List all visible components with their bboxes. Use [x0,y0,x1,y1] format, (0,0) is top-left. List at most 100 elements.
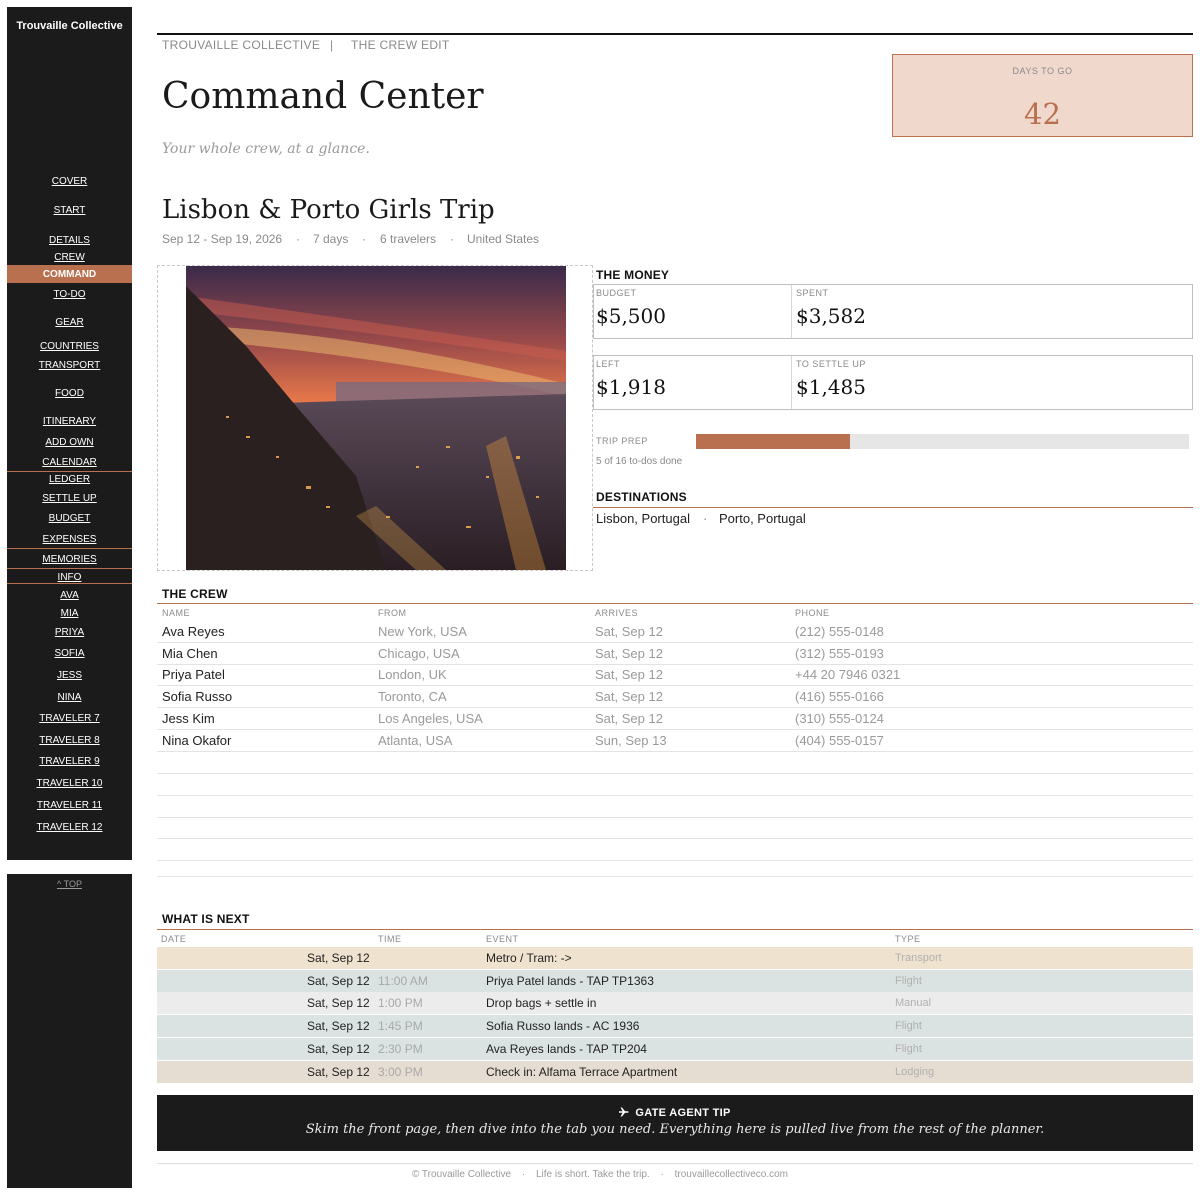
trip-dates: Sep 12 - Sep 19, 2026 [162,232,283,246]
crew-name: Mia Chen [162,645,218,661]
sidebar-item-traveler-11[interactable]: TRAVELER 11 [7,798,132,814]
sidebar-item-traveler-9[interactable]: TRAVELER 9 [7,754,132,770]
page-tagline: Your whole crew, at a glance. [162,141,370,157]
footer-site-link[interactable]: trouvaillecollectiveco.com [675,1169,788,1180]
nav-separator [7,583,132,584]
breadcrumb-brand[interactable]: TROUVAILLE COLLECTIVE [162,38,320,52]
money-row-2: LEFT $1,918 TO SETTLE UP $1,485 [593,355,1193,410]
crew-from: New York, USA [378,624,467,639]
sidebar-item-details[interactable]: DETAILS [7,233,132,249]
crew-arrives: Sat, Sep 12 [595,710,663,726]
sidebar-item-to-do[interactable]: TO-DO [7,287,132,303]
sidebar-item-settle-up[interactable]: SETTLE UP [7,491,132,507]
trip-prep-count: 5 of 16 to-dos done [596,456,683,467]
crew-from: Atlanta, USA [378,732,453,748]
sidebar-item-traveler-8[interactable]: TRAVELER 8 [7,733,132,749]
sidebar-item-traveler-7[interactable]: TRAVELER 7 [7,711,132,727]
empty-table-row [157,817,1193,818]
crew-phone: (310) 555-0124 [795,710,884,726]
trip-prep-progress-fill [696,434,851,449]
sidebar-item-gear[interactable]: GEAR [7,315,132,331]
sidebar-item-expenses[interactable]: EXPENSES [7,532,132,548]
crew-from: Los Angeles, USA [378,710,483,726]
table-row: Jess Kim Los Angeles, USA Sat, Sep 12 (310)… [157,708,1193,730]
destinations-rule [593,507,1193,508]
trip-photo-frame [157,265,593,571]
empty-table-row [157,838,1193,839]
sidebar-item-priya[interactable]: PRIYA [7,625,132,641]
event-name: Ava Reyes lands - TAP TP204 [486,1041,647,1056]
crew-arrives: Sat, Sep 12 [595,624,663,639]
next-col-type: TYPE [895,934,921,944]
sidebar-item-start[interactable]: START [7,203,132,219]
crew-name: Ava Reyes [162,624,225,639]
spent-cell: SPENT $3,582 [794,285,1192,338]
meta-dot: · [296,232,300,246]
crew-phone: +44 20 7946 0321 [795,667,901,683]
event-date: Sat, Sep 12 [307,1064,370,1079]
back-to-top-link[interactable]: ^ TOP [7,879,132,889]
sidebar-item-food[interactable]: FOOD [7,386,132,402]
cell-divider [791,356,792,409]
empty-table-row [157,773,1193,774]
sidebar-item-nina[interactable]: NINA [7,690,132,706]
sidebar-item-countries[interactable]: COUNTRIES [7,339,132,355]
sidebar-item-mia[interactable]: MIA [7,606,132,622]
event-time: 1:45 PM [378,1019,423,1034]
event-date: Sat, Sep 12 [307,996,370,1011]
crew-from: London, UK [378,667,447,683]
footer-dot: · [660,1169,664,1180]
event-name: Priya Patel lands - TAP TP1363 [486,973,654,988]
event-date: Sat, Sep 12 [307,951,370,965]
sidebar-item-ava[interactable]: AVA [7,588,132,604]
crew-name: Jess Kim [162,710,215,726]
destination-item: Lisbon, Portugal [596,511,690,526]
sidebar-item-traveler-10[interactable]: TRAVELER 10 [7,776,132,792]
breadcrumb-section[interactable]: THE CREW EDIT [351,38,450,52]
airplane-icon [619,1107,629,1119]
trip-country: United States [467,232,540,246]
trip-name: Lisbon & Porto Girls Trip [162,195,495,225]
cell-divider [791,285,792,338]
sidebar-item-sofia[interactable]: SOFIA [7,646,132,662]
crew-col-arrives: ARRIVES [595,608,639,618]
sidebar-item-traveler-12[interactable]: TRAVELER 12 [7,820,132,836]
event-type: Flight [895,1020,922,1033]
crew-phone: (416) 555-0166 [795,689,884,705]
sidebar-item-jess[interactable]: JESS [7,668,132,684]
breadcrumb-separator: | [330,38,334,52]
table-row: Mia Chen Chicago, USA Sat, Sep 12 (312) 555… [157,643,1193,665]
event-date: Sat, Sep 12 [307,1019,370,1034]
sidebar-item-command[interactable]: COMMAND [7,266,132,283]
sidebar-nav: Trouvaille Collective COVER START DETAILS C… [7,7,132,860]
table-row: Nina Okafor Atlanta, USA Sun, Sep 13 (404) … [157,730,1193,752]
trip-travelers: 6 travelers [380,232,437,246]
event-name: Check in: Alfama Terrace Apartment [486,1064,678,1079]
crew-arrives: Sun, Sep 13 [595,732,667,748]
money-heading: THE MONEY [596,268,670,282]
sidebar-item-itinerary[interactable]: ITINERARY [7,414,132,430]
sidebar-item-budget[interactable]: BUDGET [7,511,132,527]
crew-phone: (404) 555-0157 [795,732,884,748]
next-heading: WHAT IS NEXT [162,912,250,926]
sidebar-item-cover[interactable]: COVER [7,174,132,190]
sidebar-item-ledger[interactable]: LEDGER [7,472,132,488]
footer-motto: Life is short. Take the trip. [535,1169,650,1180]
sidebar-item-transport[interactable]: TRANSPORT [7,358,132,374]
money-row-1: BUDGET $5,500 SPENT $3,582 [593,284,1193,339]
next-col-date: DATE [161,934,187,944]
sidebar-item-crew[interactable]: CREW [7,250,132,266]
footer-copyright: © Trouvaille Collective [411,1169,512,1180]
next-col-event: EVENT [486,934,519,944]
event-type: Lodging [895,1065,935,1078]
budget-cell: BUDGET $5,500 [594,285,791,338]
crew-phone: (212) 555-0148 [795,624,884,639]
destinations-heading: DESTINATIONS [596,490,687,504]
sidebar-item-memories[interactable]: MEMORIES [7,552,132,568]
left-cell: LEFT $1,918 [594,356,791,409]
settle-label: TO SETTLE UP [796,359,866,369]
brand-name: Trouvaille Collective [16,20,123,32]
sidebar-item-calendar[interactable]: CALENDAR [7,455,132,471]
event-name: Sofia Russo lands - AC 1936 [486,1019,640,1034]
sidebar-item-add-own[interactable]: ADD OWN [7,435,132,451]
